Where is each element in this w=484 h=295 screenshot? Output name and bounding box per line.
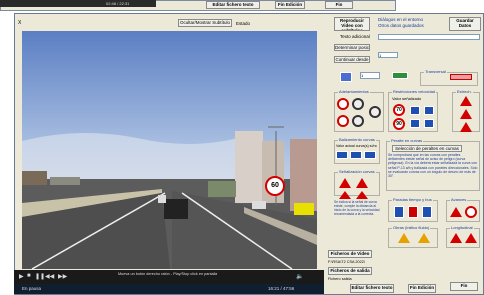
- restricciones-sub: Valor señalizado: [392, 96, 422, 101]
- toggle-subtitle-button[interactable]: Ocultar/Mostrar Subtítulo: [178, 19, 232, 27]
- close-x-label[interactable]: X: [18, 20, 21, 26]
- group-paradas-title: Paradas tiempo y bus: [392, 197, 433, 202]
- group-estrech-title: Estrech.: [456, 89, 473, 94]
- edit-file-button[interactable]: Editar fichero texto: [350, 284, 394, 293]
- salida-path-label: Fichero salida: [328, 277, 352, 281]
- baliza-sign-1[interactable]: [336, 151, 348, 159]
- group-restricciones-title: Restricciones velocidad: [392, 89, 437, 94]
- guardar-button[interactable]: Guardar Datos: [449, 17, 481, 31]
- posicion-input[interactable]: 1: [378, 52, 398, 58]
- adelantamiento-sign-4[interactable]: [352, 115, 364, 127]
- ficheros-video-button[interactable]: Ficheros de Video: [328, 250, 372, 258]
- senalizacion-sign-2[interactable]: [356, 178, 368, 188]
- restriccion-sign-2[interactable]: [424, 106, 434, 115]
- obras-sign-1[interactable]: [398, 233, 410, 243]
- volume-icon[interactable]: 🔈: [296, 273, 303, 280]
- estrech-sign-2[interactable]: [460, 109, 472, 119]
- texto-adicional-label: Texto adicional: [340, 34, 370, 39]
- adelantamiento-sign-5[interactable]: [369, 106, 381, 118]
- background-video-strip: [0, 0, 156, 7]
- adelantamiento-sign-1[interactable]: [337, 98, 349, 110]
- continuar-button[interactable]: Continuar desde: [334, 56, 370, 63]
- determinar-button[interactable]: Determinar posición: [334, 44, 370, 51]
- texto-adicional-input[interactable]: [378, 34, 480, 40]
- avances-sign-1[interactable]: [450, 207, 462, 217]
- video-scene: [22, 31, 317, 269]
- senalizacion-note: Se indica si la señal de curva existe, c…: [334, 200, 380, 216]
- longitudinal-sign-1[interactable]: [450, 233, 462, 243]
- group-obras: Obras (tráfico fluido): [388, 225, 438, 248]
- finish-edit-button[interactable]: Fin Edición: [408, 284, 436, 293]
- parada-sign-2[interactable]: [408, 206, 418, 218]
- background-edit-button[interactable]: Editar fichero texto: [206, 1, 260, 9]
- group-peralte-title: Peralte en curvas: [390, 138, 424, 143]
- group-adelantamientos-title: Adelantamientos: [338, 89, 370, 94]
- speed-limit-sign-60: 60: [265, 176, 285, 196]
- rewind-icon[interactable]: ◀◀: [45, 273, 54, 280]
- peralte-button[interactable]: Selección de peraltes en curvas: [392, 145, 462, 152]
- speed-90-sign[interactable]: 90: [393, 118, 405, 130]
- restriccion-sign-1[interactable]: [410, 106, 420, 115]
- parada-sign-1[interactable]: [394, 206, 404, 218]
- dialog-line2: Otros datos guardados: [378, 23, 424, 28]
- baliza-sign-2[interactable]: [350, 151, 362, 159]
- transversal-sign-1[interactable]: [340, 72, 352, 82]
- peralte-text: Se comprobará que en las curvas con pera…: [388, 153, 478, 179]
- forward-icon[interactable]: ▶▶: [58, 273, 67, 280]
- status-text: En pausa: [22, 286, 42, 291]
- dialog-line1: Diálogos en el entorno: [378, 17, 424, 22]
- pause-icon[interactable]: ❚❚: [35, 273, 45, 280]
- restriccion-sign-4[interactable]: [424, 119, 434, 128]
- group-transversal-title: Transversal: [424, 69, 447, 74]
- estrech-sign-3[interactable]: [460, 122, 472, 132]
- senalizacion-sign-4[interactable]: [356, 191, 368, 199]
- longitudinal-sign-2[interactable]: [465, 233, 477, 243]
- obras-sign-2[interactable]: [418, 233, 430, 243]
- transversal-input[interactable]: 1: [360, 72, 380, 79]
- group-longitudinal-title: Longitudinal: [450, 225, 474, 230]
- finish-button[interactable]: Fin: [450, 282, 478, 291]
- adelantamiento-sign-2[interactable]: [337, 115, 349, 127]
- stop-icon[interactable]: ■: [27, 273, 31, 279]
- play-icon[interactable]: ▶: [19, 273, 24, 280]
- ficheros-salida-button[interactable]: Ficheros de salida: [328, 267, 372, 275]
- parada-sign-3[interactable]: [422, 206, 432, 218]
- group-avances-title: Avances: [450, 197, 468, 202]
- background-finedit-button[interactable]: Fin Edición: [275, 1, 305, 9]
- adelantamiento-sign-3[interactable]: [352, 98, 364, 110]
- transversal-sign-3[interactable]: [450, 74, 472, 80]
- video-frame[interactable]: 60: [22, 31, 317, 269]
- estrech-sign-1[interactable]: [460, 96, 472, 106]
- group-senalizacion-title: Señalización curvas: [338, 169, 376, 174]
- speed-70-sign[interactable]: 70: [393, 104, 405, 116]
- reproducir-button[interactable]: Reproducir Video con subtítulos: [334, 17, 370, 31]
- group-obras-title: Obras (tráfico fluido): [392, 225, 431, 230]
- player-time: 16:21 / 47:56: [268, 286, 295, 291]
- background-fin-button[interactable]: Fin: [325, 1, 353, 9]
- senalizacion-sign-1[interactable]: [339, 178, 351, 188]
- video-path-label: F:\RSA\T2 CSA 2022\: [328, 260, 365, 264]
- estado-label: Estado: [236, 21, 251, 26]
- senalizacion-sign-3[interactable]: [339, 191, 351, 199]
- restriccion-sign-3[interactable]: [410, 119, 420, 128]
- group-balizamiento-title: Balizamiento curvas: [338, 137, 376, 142]
- avances-sign-2[interactable]: [465, 206, 477, 218]
- balizamiento-sub: Valor actual curva(s) sí/no: [336, 144, 378, 148]
- transversal-sign-2[interactable]: [392, 72, 408, 79]
- baliza-sign-3[interactable]: [364, 151, 376, 159]
- background-time-label: 02:48 / 22:31: [106, 1, 130, 6]
- player-hint: Mueva un botón derecho ratón - Play/Stop…: [118, 272, 218, 276]
